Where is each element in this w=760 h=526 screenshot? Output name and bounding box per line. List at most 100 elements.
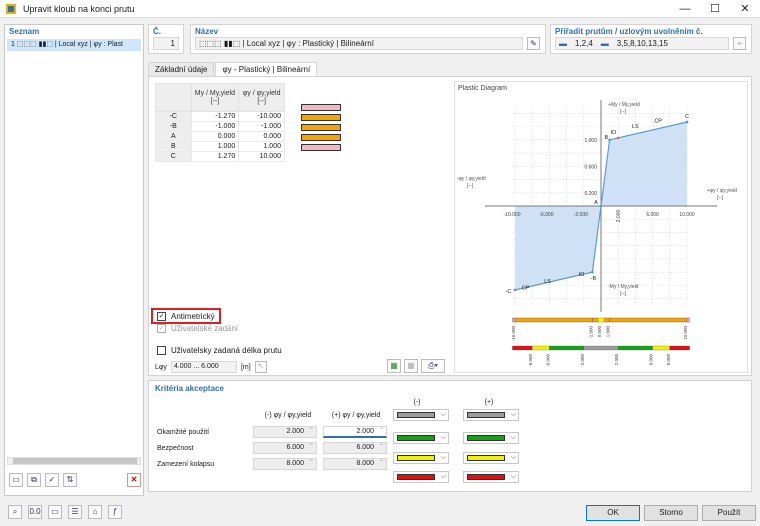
color-swatch[interactable] — [301, 104, 341, 111]
import-table-icon[interactable]: ▦ — [404, 359, 418, 373]
color-select[interactable]: ⌵ — [393, 452, 449, 464]
library-icon[interactable]: ⌂ — [88, 505, 102, 519]
antimetric-checkbox[interactable]: ✓ — [157, 312, 166, 321]
y-axis-neg-label: -My / My,yield — [608, 284, 639, 290]
criteria-label-immediate-occupancy: Okamžité použití — [157, 429, 210, 436]
title-bar: Upravit kloub na konci prutu — ☐ ✕ — [0, 0, 760, 18]
search-icon[interactable]: ⌕ — [8, 505, 22, 519]
new-item-icon[interactable]: ▭ — [9, 473, 23, 487]
apply-button[interactable]: Použít — [702, 505, 756, 521]
x-axis-neg-unit: [--] — [467, 183, 474, 189]
point-label: LS — [544, 279, 551, 285]
horizontal-scrollbar[interactable] — [7, 457, 141, 465]
tab-basic-data[interactable]: Základní údaje — [148, 62, 215, 76]
range-bar-segment — [514, 317, 593, 323]
number-field[interactable]: 1 — [153, 37, 179, 50]
color-select[interactable]: ⌵ — [393, 432, 449, 444]
tab-plastic-bilinear[interactable]: φy - Plastický | Bilineární — [215, 62, 318, 76]
assign-field[interactable]: ▬ 1,2,4 ▬ 3,5,8,10,13,15 — [555, 37, 729, 50]
delete-icon[interactable]: ✕ — [127, 473, 141, 487]
neg-rotation-header: (-) φy / φy,yield — [264, 412, 312, 419]
point-label: A — [594, 200, 598, 206]
color-select[interactable]: ⌵ — [393, 471, 449, 483]
view-icon[interactable]: ▭ — [48, 505, 62, 519]
color-swatch[interactable] — [301, 134, 341, 141]
decimal-icon[interactable]: 0.0 — [28, 505, 42, 519]
user-length-option[interactable]: Uživatelsky zadaná délka prutu — [157, 346, 282, 355]
life-safety-pos[interactable]: 6.000 — [323, 442, 387, 454]
number-label: Č. — [153, 27, 161, 36]
number-box: Č. 1 — [148, 24, 184, 54]
length-label: Lφy — [155, 363, 167, 371]
select-icon[interactable]: ⌖ — [733, 37, 746, 50]
y-tick-label: 0.200 — [584, 191, 597, 197]
immediate-occupancy-neg[interactable]: 2.000 — [253, 426, 317, 438]
color-swatch[interactable] — [301, 124, 341, 131]
table-row[interactable]: -B -1.000 -1.000 — [155, 121, 285, 132]
diagram-table: My / My,yield [--] φy / φy,yield [--] -C -… — [155, 83, 285, 162]
color-select[interactable]: ⌵ — [463, 432, 519, 444]
table-corner — [155, 83, 192, 112]
color-select[interactable]: ⌵ — [463, 471, 519, 483]
data-point — [513, 288, 517, 292]
close-button[interactable]: ✕ — [730, 0, 760, 18]
minimize-button[interactable]: — — [670, 0, 700, 18]
life-safety-neg[interactable]: 6.000 — [253, 442, 317, 454]
color-select[interactable]: ⌵ — [463, 409, 519, 421]
x-tick-label: 10.000 — [679, 212, 695, 218]
point-label: -B — [591, 276, 597, 282]
ok-button[interactable]: OK — [586, 505, 640, 521]
point-label: IO — [579, 272, 586, 278]
user-defined-option: ✓ Uživatelské zadání — [157, 324, 238, 333]
bar-tick-label: 0.000 — [597, 326, 602, 338]
assign-box: Přiřadit prutům / uzlovým uvolněním č. ▬… — [550, 24, 752, 54]
sort-icon[interactable]: ⇅ — [63, 473, 77, 487]
cancel-button[interactable]: Storno — [644, 505, 698, 521]
edit-name-icon[interactable]: ✎ — [527, 37, 540, 50]
collapse-prevention-pos[interactable]: 8.000 — [323, 458, 387, 470]
name-box: Název ⬚⬚⬚ ▮▮⬚ | Local xyz | φy : Plastic… — [190, 24, 546, 54]
bar-tick-label: -1.000 — [588, 326, 593, 339]
settings-icon[interactable]: ☰ — [68, 505, 82, 519]
table-row[interactable]: -C -1.270 -10.000 — [155, 111, 285, 122]
user-length-checkbox[interactable] — [157, 346, 166, 355]
table-row[interactable]: C 1.270 10.000 — [155, 151, 285, 162]
assign-label: Přiřadit prutům / uzlovým uvolněním č. — [555, 27, 703, 36]
table-row[interactable]: B 1.000 1.000 — [155, 141, 285, 152]
bar-tick-label: -6.000 — [545, 354, 550, 367]
color-select[interactable]: ⌵ — [393, 409, 449, 421]
color-swatch[interactable] — [301, 144, 341, 151]
table-row[interactable]: A 0.000 0.000 — [155, 131, 285, 142]
x-tick-label: -6.000 — [539, 212, 553, 218]
maximize-button[interactable]: ☐ — [700, 0, 730, 18]
pick-length-icon[interactable]: ↖ — [254, 361, 267, 373]
x-tick-label: 6.000 — [646, 212, 659, 218]
collapse-prevention-neg[interactable]: 8.000 — [253, 458, 317, 470]
antimetric-option[interactable]: ✓ Antimetrický — [157, 312, 215, 321]
app-icon — [6, 3, 16, 14]
color-select[interactable]: ⌵ — [463, 452, 519, 464]
bottom-toolbar: ⌕ 0.0 ▭ ☰ ⌂ ƒ — [8, 505, 122, 519]
acceptance-bar-segment — [583, 345, 619, 351]
plastic-diagram-panel: Plastic Diagram -10.000 -6.000 -2.000 2.000… — [454, 81, 748, 373]
function-icon[interactable]: ƒ — [108, 505, 122, 519]
export-table-icon[interactable]: ▦ — [387, 359, 401, 373]
check-icon[interactable]: ✓ — [45, 473, 59, 487]
x-axis-unit: [--] — [717, 195, 724, 201]
copy-item-icon[interactable]: ⧉ — [27, 473, 41, 487]
list-item[interactable]: 1 ⬚⬚⬚ ▮▮⬚ | Local xyz | φy : Plast — [7, 39, 141, 51]
plastic-diagram: -10.000 -6.000 -2.000 2.000 6.000 10.000 1.000… — [457, 100, 737, 367]
data-point — [608, 138, 611, 142]
window-title: Upravit kloub na konci prutu — [23, 3, 135, 14]
data-point — [591, 270, 594, 274]
x-axis-neg-label: -φy / φy,yield — [457, 176, 486, 182]
print-icon[interactable]: ⎙▾ — [421, 359, 445, 373]
immediate-occupancy-pos[interactable]: 2.000 — [323, 426, 387, 438]
list-header: Seznam — [9, 27, 40, 36]
tab-bar: Základní údaje φy - Plastický | Bilineár… — [148, 62, 318, 76]
color-swatch[interactable] — [301, 114, 341, 121]
length-field[interactable]: 4.000 ... 6.000 — [170, 361, 237, 373]
y-tick-label: 1.000 — [584, 138, 597, 144]
name-field[interactable]: ⬚⬚⬚ ▮▮⬚ | Local xyz | φy : Plastický | B… — [195, 37, 523, 50]
bar-tick-label: 8.000 — [666, 354, 671, 366]
